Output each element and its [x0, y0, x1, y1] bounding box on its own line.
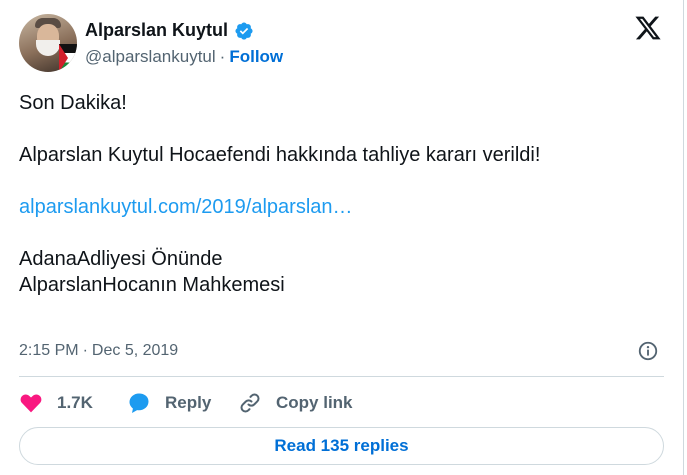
tweet-line-2: Alparslan Kuytul Hocaefendi hakkında tah…: [19, 144, 541, 166]
read-replies-button[interactable]: Read 135 replies: [19, 427, 664, 465]
follow-button[interactable]: Follow: [229, 47, 283, 66]
copy-link-button[interactable]: Copy link: [238, 390, 353, 416]
author-handle[interactable]: @alparslankuytul: [85, 47, 216, 66]
tweet-link[interactable]: alparslankuytul.com/2019/alparslan…: [19, 194, 669, 220]
info-icon[interactable]: [637, 340, 659, 362]
avatar-flag-triangle: [59, 44, 68, 72]
tweet-timestamp[interactable]: 2:15 PM · Dec 5, 2019: [19, 342, 178, 360]
tweet-card: Alparslan Kuytul @alparslankuytul · Follow…: [0, 0, 684, 475]
tweet-line-1: Son Dakika!: [19, 92, 127, 114]
heart-icon: [20, 394, 42, 413]
tweet-time: 2:15 PM: [19, 342, 79, 359]
reply-label: Reply: [165, 393, 212, 412]
tweet-line-4: AlparslanHocanın Mahkemesi: [19, 274, 285, 296]
handle-separator: ·: [219, 47, 226, 66]
like-count: 1.7K: [57, 393, 93, 412]
author-name[interactable]: Alparslan Kuytul: [85, 20, 228, 41]
like-button[interactable]: 1.7K: [19, 390, 93, 416]
handle-row: @alparslankuytul · Follow: [85, 47, 283, 67]
tweet-date: Dec 5, 2019: [91, 342, 179, 359]
tweet-line-gap: [19, 168, 669, 194]
x-logo-icon[interactable]: [634, 14, 662, 42]
tweet-line-3: AdanaAdliyesi Önünde: [19, 248, 223, 270]
tweet-line-gap: [19, 116, 669, 142]
reply-bubble-icon: [129, 393, 149, 413]
avatar[interactable]: [19, 14, 77, 72]
verified-badge-icon: [235, 22, 253, 40]
tweet-line-gap: [19, 220, 669, 246]
avatar-beard: [36, 40, 60, 56]
reply-button[interactable]: Reply: [127, 390, 211, 416]
tweet-text: Son Dakika! Alparslan Kuytul Hocaefendi …: [19, 90, 669, 298]
divider: [19, 376, 664, 377]
timestamp-separator: ·: [82, 342, 88, 359]
copy-link-label: Copy link: [276, 393, 353, 412]
link-icon: [240, 393, 260, 413]
